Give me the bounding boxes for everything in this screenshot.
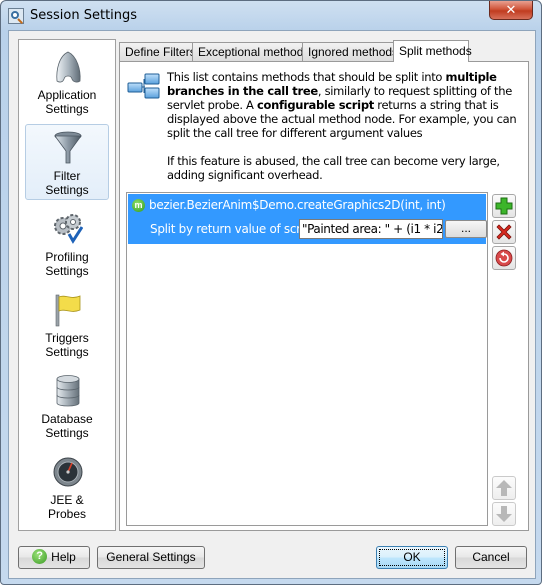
sidebar-item-triggers-settings[interactable]: Triggers Settings — [25, 286, 109, 362]
move-up-button[interactable] — [492, 476, 516, 500]
arrow-down-icon — [496, 506, 512, 522]
close-button[interactable]: ✕ — [489, 1, 533, 20]
window-title: Session Settings — [30, 8, 138, 23]
split-methods-description: This list contains methods that should b… — [167, 70, 519, 196]
settings-sidebar: Application Settings Filter Settings Pro… — [18, 39, 116, 531]
title-bar: Session Settings ✕ — [1, 1, 541, 31]
tab-define-filters[interactable]: Define Filters — [119, 42, 196, 61]
sidebar-item-label: Settings — [45, 102, 89, 116]
cancel-button[interactable]: Cancel — [455, 546, 527, 569]
session-settings-window: Session Settings ✕ Application Settings — [0, 0, 542, 585]
arrow-up-icon — [496, 480, 512, 496]
remove-method-button[interactable] — [492, 220, 516, 244]
sidebar-item-label: Database — [41, 412, 93, 426]
tab-exceptional-methods[interactable]: Exceptional methods — [192, 42, 309, 61]
reset-button[interactable] — [492, 246, 516, 270]
delete-x-icon — [496, 224, 512, 240]
add-method-button[interactable] — [492, 194, 516, 218]
split-tree-icon — [127, 73, 160, 99]
sidebar-item-filter-settings[interactable]: Filter Settings — [25, 124, 109, 200]
sidebar-item-label: Triggers — [45, 331, 89, 345]
sidebar-item-label: Settings — [45, 426, 89, 440]
split-script-label: Split by return value of script: — [150, 222, 320, 236]
flag-icon — [55, 294, 81, 327]
sidebar-item-label: Settings — [45, 345, 89, 359]
sidebar-item-label: Probes — [47, 507, 87, 521]
application-icon — [56, 51, 81, 83]
split-methods-list[interactable]: m bezier.BezierAnim$Demo.createGraphics2… — [126, 192, 488, 526]
move-down-button[interactable] — [492, 502, 516, 526]
sidebar-item-label: Filter — [53, 169, 81, 183]
ok-button[interactable]: OK — [376, 546, 448, 569]
reset-icon — [495, 249, 513, 267]
method-icon: m — [132, 199, 145, 212]
sidebar-item-label: Settings — [45, 264, 89, 278]
sidebar-item-application-settings[interactable]: Application Settings — [25, 43, 109, 119]
sidebar-item-label: JEE & — [50, 493, 84, 507]
sidebar-item-label: Settings — [45, 183, 89, 197]
general-settings-button[interactable]: General Settings — [97, 546, 205, 569]
gauge-icon — [53, 457, 83, 487]
split-methods-panel: This list contains methods that should b… — [119, 61, 529, 531]
plus-icon — [495, 197, 513, 215]
sidebar-item-jee-probes[interactable]: JEE & Probes — [25, 448, 109, 524]
method-name: bezier.BezierAnim$Demo.createGraphics2D(… — [149, 198, 446, 212]
overhead-warning: If this feature is abused, the call tree… — [167, 154, 500, 182]
tab-ignored-methods[interactable]: Ignored methods — [302, 42, 398, 61]
sidebar-item-label: Profiling — [45, 250, 89, 264]
app-window-icon — [8, 8, 24, 24]
split-script-input[interactable]: "Painted area: " + (i1 * i2) + — [299, 219, 443, 239]
help-button[interactable]: ? Help — [18, 546, 90, 569]
sidebar-item-profiling-settings[interactable]: Profiling Settings — [25, 205, 109, 281]
edit-script-button[interactable]: ... — [445, 220, 487, 238]
sidebar-item-database-settings[interactable]: Database Settings — [25, 367, 109, 443]
list-item[interactable]: m bezier.BezierAnim$Demo.createGraphics2… — [128, 194, 487, 244]
tab-split-methods[interactable]: Split methods — [393, 40, 472, 62]
sidebar-item-label: Application — [37, 88, 97, 102]
funnel-icon — [54, 131, 82, 164]
gears-icon — [54, 214, 83, 244]
help-icon: ? — [32, 549, 48, 565]
dialog-client-area: Application Settings Filter Settings Pro… — [8, 30, 536, 579]
database-icon — [56, 375, 80, 407]
